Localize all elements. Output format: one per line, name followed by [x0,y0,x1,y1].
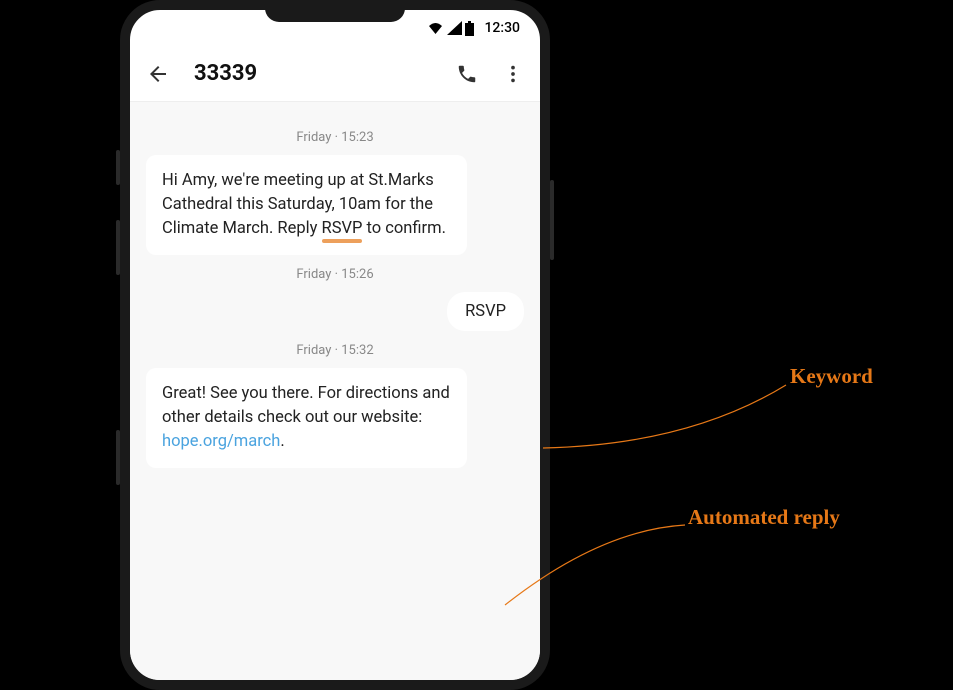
phone-side-button [550,180,554,260]
status-time: 12:30 [484,20,520,36]
timestamp: Friday · 15:32 [146,343,524,358]
annotation-label: Keyword [790,364,873,389]
keyword-highlight: RSVP [322,217,363,241]
battery-icon [465,21,474,36]
contact-title: 33339 [194,61,432,86]
annotation-arrow [538,380,788,455]
message-link[interactable]: hope.org/march [162,432,280,451]
arrow-left-icon [146,62,170,86]
message-outgoing[interactable]: RSVP [447,292,524,331]
more-vert-icon [502,63,524,85]
app-header: 33339 [130,46,540,102]
phone-frame: 12:30 33339 Friday · 15:23 Hi Amy, [120,0,550,690]
message-text: RSVP [465,302,506,321]
status-bar: 12:30 [130,10,540,46]
messages-area: Friday · 15:23 Hi Amy, we're meeting up … [130,102,540,680]
message-incoming[interactable]: Great! See you there. For directions and… [146,368,467,468]
message-text: . [280,432,284,451]
message-text: to confirm. [362,219,446,238]
status-icons [427,21,474,36]
annotation-label: Automated reply [688,505,840,530]
message-incoming[interactable]: Hi Amy, we're meeting up at St.Marks Cat… [146,155,467,255]
back-button[interactable] [146,62,170,86]
signal-icon [447,21,462,35]
timestamp: Friday · 15:26 [146,267,524,282]
phone-icon [456,63,478,85]
more-button[interactable] [502,63,524,85]
call-button[interactable] [456,63,478,85]
wifi-icon [427,21,444,35]
header-actions [456,63,524,85]
timestamp: Friday · 15:23 [146,130,524,145]
phone-mockup: 12:30 33339 Friday · 15:23 Hi Amy, [120,0,550,690]
message-text: Great! See you there. For directions and… [162,384,450,427]
